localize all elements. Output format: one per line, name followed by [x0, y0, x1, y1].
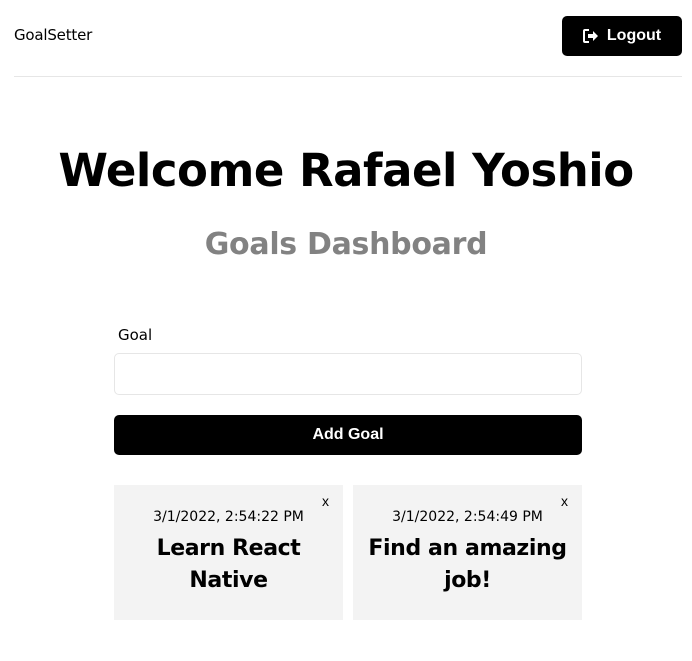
add-goal-button[interactable]: Add Goal — [114, 415, 582, 455]
goal-date: 3/1/2022, 2:54:49 PM — [392, 509, 543, 525]
goal-date: 3/1/2022, 2:54:22 PM — [153, 509, 304, 525]
goals-list: 3/1/2022, 2:54:22 PM Learn React Native … — [114, 485, 582, 620]
dashboard-title: Goals Dashboard — [204, 227, 488, 262]
goal-label: Goal — [118, 326, 153, 344]
logout-label: Logout — [606, 27, 662, 44]
goal-card: 3/1/2022, 2:54:22 PM Learn React Native … — [114, 485, 343, 620]
welcome-heading: Welcome Rafael Yoshio — [58, 144, 634, 197]
delete-goal-button[interactable]: x — [322, 493, 329, 509]
goal-input[interactable] — [114, 353, 582, 395]
app-logo[interactable]: GoalSetter — [14, 26, 92, 44]
delete-goal-button[interactable]: x — [561, 493, 568, 509]
sign-out-icon — [582, 29, 599, 43]
goal-card: 3/1/2022, 2:54:49 PM Find an amazing job… — [353, 485, 582, 620]
goal-text: Find an amazing job! — [368, 536, 567, 593]
logout-button[interactable]: Logout — [562, 16, 682, 56]
goal-text: Learn React Native — [156, 536, 301, 593]
app-header: GoalSetter Logout — [14, 0, 682, 77]
